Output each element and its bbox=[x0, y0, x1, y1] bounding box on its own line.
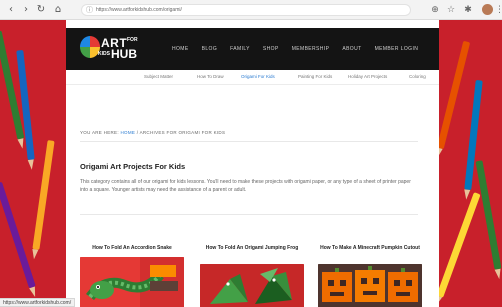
subnav-painting-for-kids[interactable]: Painting For Kids bbox=[298, 70, 332, 84]
pencil-decoration bbox=[436, 40, 471, 150]
profile-avatar[interactable] bbox=[482, 4, 493, 15]
divider bbox=[80, 214, 418, 215]
pencil-decoration bbox=[32, 140, 55, 250]
logo-splash-icon bbox=[80, 36, 100, 58]
home-icon[interactable]: ⌂ bbox=[51, 3, 65, 17]
nav-about[interactable]: ABOUT bbox=[342, 43, 361, 55]
address-bar[interactable]: ⓘ https://www.artforkidshub.com/origami/ bbox=[81, 4, 411, 16]
menu-icon[interactable]: ⋮ bbox=[495, 3, 502, 17]
pumpkin-image bbox=[318, 264, 422, 307]
logo-text-hub: HUB bbox=[111, 47, 137, 61]
subnav-holiday-art-projects[interactable]: Holiday Art Projects bbox=[348, 70, 387, 84]
pencil-decoration bbox=[436, 192, 481, 298]
post-card-image[interactable] bbox=[80, 257, 184, 307]
nav-home[interactable]: HOME bbox=[172, 43, 189, 55]
breadcrumb-current: ARCHIVES FOR ORIGAMI FOR KIDS bbox=[139, 130, 226, 135]
nav-family[interactable]: FAMILY bbox=[230, 43, 250, 55]
pencil-decoration bbox=[0, 181, 36, 289]
divider bbox=[66, 84, 439, 85]
main-nav: HOME BLOG FAMILY SHOP MEMBERSHIP ABOUT M… bbox=[172, 43, 418, 55]
sub-nav: Subject Matter How To Draw Origami For K… bbox=[66, 70, 439, 84]
subnav-coloring[interactable]: Coloring bbox=[409, 70, 426, 84]
nav-member-login[interactable]: MEMBER LOGIN bbox=[375, 43, 419, 55]
subnav-subject-matter[interactable]: Subject Matter bbox=[144, 70, 173, 84]
nav-membership[interactable]: MEMBERSHIP bbox=[292, 43, 330, 55]
post-card-title[interactable]: How To Fold An Accordion Snake bbox=[80, 245, 184, 252]
subnav-how-to-draw[interactable]: How To Draw bbox=[197, 70, 224, 84]
post-card-title[interactable]: How To Fold An Origami Jumping Frog bbox=[200, 245, 304, 252]
nav-shop[interactable]: SHOP bbox=[263, 43, 279, 55]
back-icon[interactable]: ‹ bbox=[4, 3, 18, 17]
logo-text-kids: KIDS bbox=[98, 51, 110, 57]
post-card-image[interactable] bbox=[200, 264, 304, 307]
browser-toolbar: ‹ › ↻ ⌂ ⓘ https://www.artforkidshub.com/… bbox=[0, 0, 502, 20]
subnav-origami-for-kids[interactable]: Origami For Kids bbox=[241, 70, 275, 84]
lock-icon: ⓘ bbox=[86, 6, 93, 14]
forward-icon[interactable]: › bbox=[19, 3, 33, 17]
post-card-title[interactable]: How To Make A Minecraft Pumpkin Cutout bbox=[318, 245, 422, 252]
category-description: This category contains all of our origam… bbox=[80, 179, 411, 193]
logo-text-for: FOR bbox=[127, 37, 138, 43]
site-container: ART FOR KIDS HUB HOME BLOG FAMILY SHOP M… bbox=[66, 20, 439, 307]
breadcrumb-home-link[interactable]: HOME bbox=[120, 130, 135, 135]
extensions-icon[interactable]: ✱ bbox=[461, 3, 475, 17]
status-bar: https://www.artforkidshub.com/ bbox=[0, 298, 76, 307]
frog-image bbox=[200, 264, 304, 307]
breadcrumb: YOU ARE HERE: HOME / ARCHIVES FOR ORIGAM… bbox=[80, 130, 225, 135]
pencil-decoration bbox=[475, 160, 502, 270]
star-icon[interactable]: ☆ bbox=[444, 3, 458, 17]
breadcrumb-prefix: YOU ARE HERE: bbox=[80, 130, 121, 135]
reload-icon[interactable]: ↻ bbox=[34, 3, 48, 17]
address-text: https://www.artforkidshub.com/origami/ bbox=[96, 7, 182, 13]
nav-blog[interactable]: BLOG bbox=[202, 43, 218, 55]
site-header: ART FOR KIDS HUB HOME BLOG FAMILY SHOP M… bbox=[66, 28, 439, 70]
translate-icon[interactable]: ⊕ bbox=[428, 3, 442, 17]
divider bbox=[80, 141, 418, 142]
snake-image bbox=[80, 257, 184, 307]
site-logo[interactable]: ART FOR KIDS HUB bbox=[80, 34, 148, 64]
page-title: Origami Art Projects For Kids bbox=[80, 162, 186, 171]
post-card-image[interactable] bbox=[318, 264, 422, 307]
